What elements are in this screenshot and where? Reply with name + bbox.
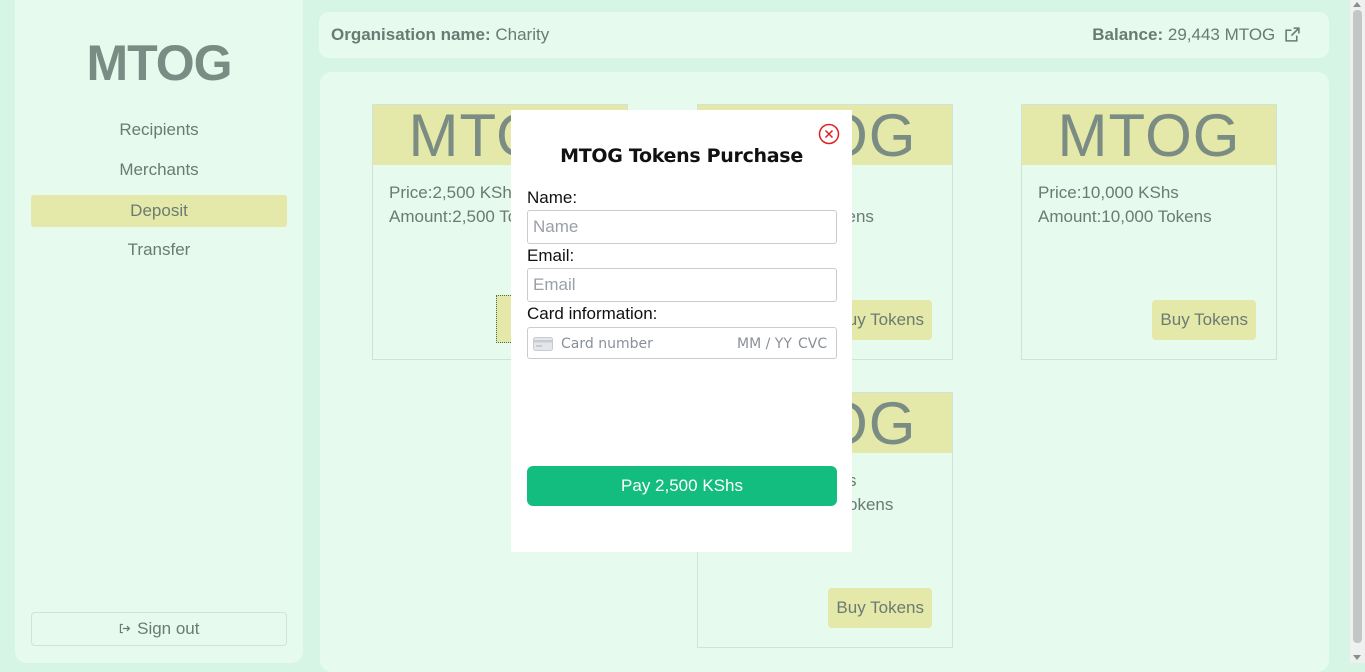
card-price: Price:2,500 KShs [389,183,521,202]
sign-out-icon [118,622,135,637]
scroll-down-icon[interactable] [1353,655,1361,660]
card-expiry-input[interactable]: MM / YY [737,336,792,352]
scroll-up-icon[interactable] [1353,2,1361,7]
buy-tokens-button[interactable]: Buy Tokens [1152,300,1256,340]
organisation-info: Organisation name: Charity [331,25,549,45]
balance-info: Balance: 29,443 MTOG [1092,25,1301,48]
pay-button[interactable]: Pay 2,500 KShs [527,466,837,506]
credit-card-icon [533,337,553,356]
org-label: Organisation name: [331,25,491,44]
card-amount: Amount:10,000 Tokens [1038,207,1212,226]
buy-tokens-button[interactable]: Buy Tokens [828,588,932,628]
purchase-modal: MTOG Tokens Purchase Name: Email: Card i… [511,110,852,552]
page-scrollbar[interactable] [1350,0,1365,663]
close-icon[interactable] [818,123,840,145]
header-bar: Organisation name: Charity Balance: 29,4… [319,12,1329,58]
modal-title: MTOG Tokens Purchase [560,145,803,167]
card-cvc-input[interactable]: CVC [798,336,827,352]
buy-tokens-button[interactable] [496,295,511,343]
sign-out-button[interactable]: Sign out [31,612,287,646]
card-info-label: Card information: [527,304,658,323]
org-value: Charity [495,25,550,44]
name-input[interactable] [527,210,837,244]
app-logo: MTOG [86,35,232,91]
name-label: Name: [527,188,578,207]
email-label: Email: [527,246,575,265]
card-information-field[interactable]: Card number MM / YY CVC [527,327,837,359]
email-input[interactable] [527,268,837,302]
token-package-card: MTOG Price:10,000 KShs Amount:10,000 Tok… [1021,104,1277,360]
sidebar: MTOG Recipients Merchants Deposit Transf… [15,0,303,663]
sidebar-item-recipients[interactable]: Recipients [31,114,287,146]
external-link-icon[interactable] [1284,26,1301,48]
sidebar-item-merchants[interactable]: Merchants [31,154,287,186]
card-price: Price:10,000 KShs [1038,183,1179,202]
card-title: MTOG [1022,105,1276,165]
balance-value: 29,443 MTOG [1167,25,1276,44]
sign-out-label: Sign out [137,619,200,638]
scroll-thumb[interactable] [1353,10,1362,643]
sidebar-item-transfer[interactable]: Transfer [31,234,287,266]
sidebar-item-deposit[interactable]: Deposit [31,195,287,227]
card-amount: okens [848,495,894,514]
balance-label: Balance: [1092,25,1164,44]
card-number-input[interactable]: Card number [561,336,653,352]
